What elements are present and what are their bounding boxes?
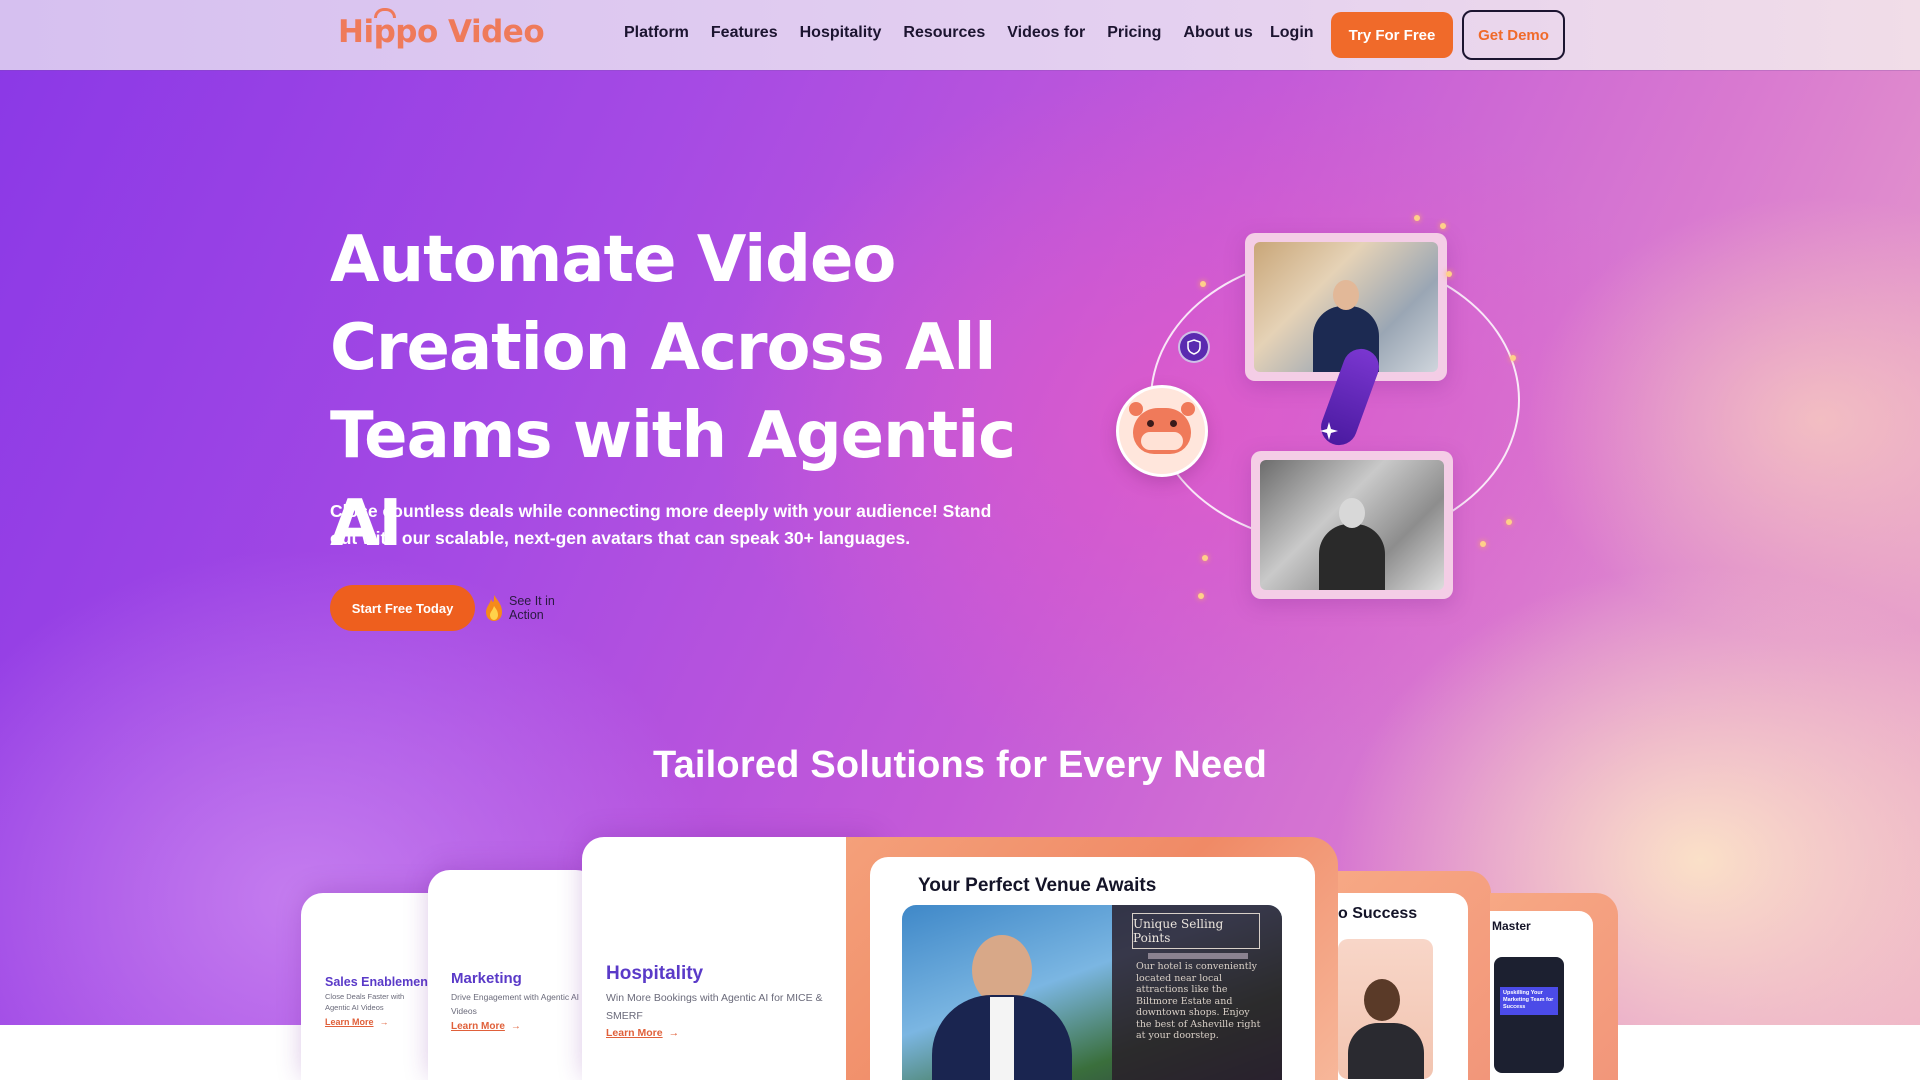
hero-title-line: Automate Video <box>330 223 896 297</box>
hippo-snout <box>1141 432 1183 450</box>
learn-more-label: Learn More <box>606 1027 663 1039</box>
venue-photo[interactable]: Unique Selling Points Our hotel is conve… <box>902 905 1282 1080</box>
hero-subtitle: Close countless deals while connecting m… <box>330 501 992 548</box>
sparkle-dot <box>1440 223 1446 229</box>
solution-card-hospitality[interactable]: Hospitality Win More Bookings with Agent… <box>582 837 882 1080</box>
hero-title-line: Creation Across All <box>330 311 996 385</box>
usp-divider <box>1148 953 1248 959</box>
solution-card-master[interactable]: Master Upskilling Your Marketing Team fo… <box>1490 893 1618 1080</box>
sparkle-dot <box>1200 281 1206 287</box>
usp-title: Unique Selling Points <box>1132 913 1260 949</box>
usp-overlay: Unique Selling Points Our hotel is conve… <box>1112 905 1282 1080</box>
card-description: Close Deals Faster with Agentic AI Video… <box>325 992 405 1012</box>
shield-glyph <box>1187 339 1201 355</box>
hippo-ear <box>1129 402 1143 416</box>
hippo-face <box>1129 402 1195 454</box>
sparkle-dot <box>1506 519 1512 525</box>
hippo-ear <box>1181 402 1195 416</box>
sparkle-dot <box>1202 555 1208 561</box>
phone-screen-title: Upskilling Your Marketing Team for Succe… <box>1500 987 1558 1015</box>
get-demo-button[interactable]: Get Demo <box>1462 10 1565 60</box>
see-it-in-action-link[interactable]: See It in Action <box>484 594 569 622</box>
feature-inner: Your Perfect Venue Awaits Unique Selling… <box>870 857 1315 1080</box>
card-description: Win More Bookings with Agentic AI for MI… <box>606 992 823 1022</box>
hospitality-feature-panel: Your Perfect Venue Awaits Unique Selling… <box>846 837 1338 1080</box>
sparkle-dot <box>1198 593 1204 599</box>
top-navbar: Hippo Video Platform Features Hospitalit… <box>0 0 1920 70</box>
card-title: Master <box>1492 919 1531 933</box>
section-title: Tailored Solutions for Every Need <box>652 744 1268 786</box>
logo[interactable]: Hippo Video <box>338 14 545 50</box>
presenter-shirt <box>990 997 1014 1080</box>
solution-card-success[interactable]: o Success <box>1338 871 1491 1080</box>
arrow-right-icon: → <box>668 1027 680 1039</box>
card-description: Drive Engagement with Agentic AI Videos <box>451 992 580 1016</box>
avatar-photo-female <box>1251 451 1453 599</box>
phone-mockup: Upskilling Your Marketing Team for Succe… <box>1494 957 1564 1073</box>
office-photo-bw <box>1260 460 1444 590</box>
nav-link-videos-for[interactable]: Videos for <box>1007 24 1085 42</box>
office-photo <box>1254 242 1438 372</box>
learn-more-link[interactable]: Learn More → <box>451 1021 521 1032</box>
try-for-free-button[interactable]: Try For Free <box>1331 12 1453 58</box>
feature-title: Your Perfect Venue Awaits <box>918 875 1157 896</box>
hippo-badge-icon <box>1116 385 1208 477</box>
card-title: o Success <box>1338 905 1418 922</box>
usp-text: Our hotel is conveniently located near l… <box>1136 961 1261 1041</box>
learn-more-link[interactable]: Learn More → <box>325 1017 389 1027</box>
nav-link-about-us[interactable]: About us <box>1183 24 1252 42</box>
sparkle-dot <box>1480 541 1486 547</box>
see-action-line: Action <box>509 608 544 622</box>
sparkle-dot <box>1510 355 1516 361</box>
flame-icon <box>486 595 502 621</box>
person-figure <box>1319 524 1385 590</box>
learn-more-link[interactable]: Learn More → <box>606 1027 679 1039</box>
nav-link-pricing[interactable]: Pricing <box>1107 24 1161 42</box>
learn-more-label: Learn More <box>451 1021 505 1032</box>
hippo-eye <box>1147 420 1154 427</box>
nav-link-hospitality[interactable]: Hospitality <box>800 24 882 42</box>
card-label: Sales Enablement <box>325 975 432 989</box>
shield-icon <box>1178 331 1210 363</box>
nav-links: Platform Features Hospitality Resources … <box>624 24 1275 42</box>
learn-more-label: Learn More <box>325 1017 374 1027</box>
person-body <box>1348 1023 1424 1079</box>
hippo-eye <box>1170 420 1177 427</box>
nav-link-resources[interactable]: Resources <box>903 24 985 42</box>
sparkle-dot <box>1446 271 1452 277</box>
see-it-in-action-label: See It in Action <box>509 594 569 622</box>
card-label: Marketing <box>451 970 522 987</box>
nav-link-features[interactable]: Features <box>711 24 778 42</box>
see-action-line: See It in <box>509 594 555 608</box>
person-head <box>1333 280 1359 310</box>
nav-link-platform[interactable]: Platform <box>624 24 689 42</box>
sparkle-icon <box>1320 422 1338 440</box>
arrow-right-icon: → <box>379 1017 389 1027</box>
card-label: Hospitality <box>606 963 704 984</box>
solution-card-marketing[interactable]: Marketing Drive Engagement with Agentic … <box>428 870 598 1080</box>
card-inner: Master Upskilling Your Marketing Team fo… <box>1490 911 1593 1080</box>
person-head <box>1364 979 1400 1021</box>
arrow-right-icon: → <box>510 1021 521 1032</box>
sparkle-dot <box>1414 215 1420 221</box>
person-photo <box>1338 939 1433 1079</box>
start-free-today-button[interactable]: Start Free Today <box>330 585 475 631</box>
card-inner: o Success <box>1338 893 1468 1080</box>
person-head <box>1339 498 1365 528</box>
hero-illustration <box>1100 195 1560 615</box>
login-link[interactable]: Login <box>1270 24 1314 42</box>
